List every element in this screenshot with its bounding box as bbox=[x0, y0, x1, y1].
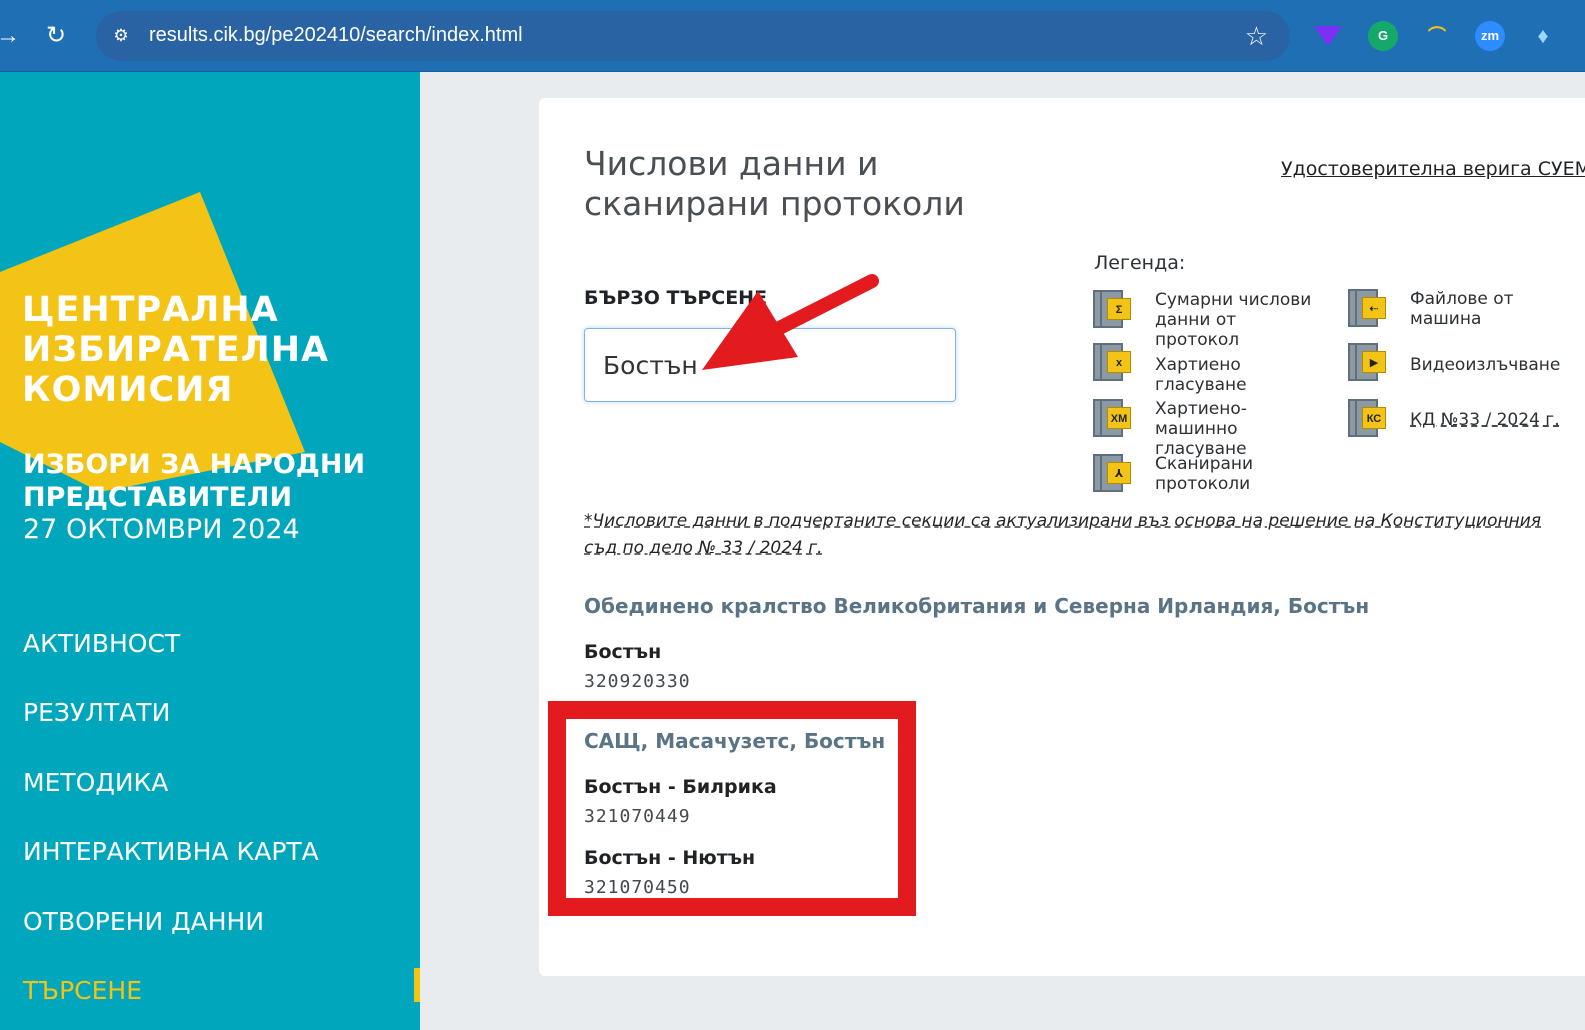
nav-open-data[interactable]: ОТВОРЕНИ ДАННИ bbox=[23, 907, 264, 936]
nav-interactive-map[interactable]: ИНТЕРАКТИВНА КАРТА bbox=[23, 837, 319, 866]
nav-methodology[interactable]: МЕТОДИКА bbox=[23, 768, 168, 797]
legend-item: ⇠ Файлове от машина bbox=[1348, 289, 1568, 329]
active-nav-marker bbox=[414, 968, 420, 1002]
highlight-box bbox=[548, 701, 916, 916]
constitutional-court-icon: КС bbox=[1348, 399, 1386, 437]
legend-label: Сканирани протоколи bbox=[1155, 454, 1254, 494]
legend-label: Файлове от машина bbox=[1410, 289, 1514, 329]
legend-label: Хартиено-машинно гласуване bbox=[1155, 399, 1247, 459]
legend-title: Легенда: bbox=[1094, 252, 1186, 274]
result-section-code: 320920330 bbox=[584, 671, 691, 692]
certification-chain-link[interactable]: Удостоверителна верига СУЕМГ bbox=[1281, 158, 1585, 180]
summary-data-icon: Σ bbox=[1093, 290, 1131, 328]
logo-line: ЦЕНТРАЛНА bbox=[22, 290, 279, 330]
legend-item: Σ Сумарни числови данни от протокол bbox=[1093, 290, 1323, 350]
constitutional-court-note: *Числовите данни в подчертаните секции с… bbox=[584, 511, 1542, 558]
election-title-line: ИЗБОРИ ЗА НАРОДНИ bbox=[23, 449, 366, 480]
reload-icon[interactable]: ↻ bbox=[38, 18, 74, 54]
result-group-heading: Обединено кралство Великобритания и Севе… bbox=[584, 594, 1370, 618]
election-title: ИЗБОРИ ЗА НАРОДНИ ПРЕДСТАВИТЕЛИ bbox=[23, 448, 365, 514]
machine-files-icon: ⇠ bbox=[1348, 289, 1386, 327]
result-section-name[interactable]: Бостън bbox=[584, 641, 661, 663]
site-info-icon[interactable]: ⚙ bbox=[108, 23, 134, 49]
legend-item: ▶ Видеоизлъчване bbox=[1348, 343, 1568, 381]
sidebar bbox=[0, 72, 420, 1030]
paper-voting-icon: x bbox=[1093, 343, 1131, 381]
scanned-protocols-icon: ⅄ bbox=[1093, 454, 1131, 492]
election-title-line: ПРЕДСТАВИТЕЛИ bbox=[23, 482, 293, 513]
legend-label: Видеоизлъчване bbox=[1410, 355, 1561, 375]
legend-item: ⅄ Сканирани протоколи bbox=[1093, 454, 1323, 494]
vpn-extension-icon[interactable] bbox=[1314, 26, 1342, 46]
red-arrow-annotation bbox=[702, 274, 879, 370]
logo-line: ИЗБИРАТЕЛНА bbox=[22, 330, 330, 370]
pin-extension-icon[interactable]: ♦ bbox=[1528, 21, 1558, 51]
page-title: Числови данни и сканирани протоколи bbox=[584, 144, 965, 223]
legend-label[interactable]: КД №33 / 2024 г. bbox=[1410, 410, 1560, 430]
nav-activity[interactable]: АКТИВНОСТ bbox=[23, 629, 180, 658]
logo-line: КОМИСИЯ bbox=[22, 370, 234, 410]
legend-label: Хартиено гласуване bbox=[1155, 355, 1247, 395]
bookmark-star-icon[interactable]: ☆ bbox=[1245, 21, 1268, 51]
legend-item: ХМ Хартиено-машинно гласуване bbox=[1093, 399, 1323, 459]
zoom-extension-icon[interactable]: zm bbox=[1475, 21, 1505, 51]
legend-item: x Хартиено гласуване bbox=[1093, 343, 1323, 395]
misc-extension-icon[interactable]: ⌒ bbox=[1422, 21, 1452, 51]
paper-machine-voting-icon: ХМ bbox=[1093, 399, 1131, 437]
election-date: 27 ОКТОМВРИ 2024 bbox=[23, 514, 300, 545]
forward-icon[interactable]: → bbox=[0, 18, 26, 54]
nav-search[interactable]: ТЪРСЕНЕ bbox=[23, 976, 142, 1005]
cik-logo-text[interactable]: ЦЕНТРАЛНА ИЗБИРАТЕЛНА КОМИСИЯ bbox=[22, 290, 329, 410]
browser-toolbar: → ↻ ⚙ results.cik.bg/pe202410/search/ind… bbox=[0, 0, 1585, 72]
nav-results[interactable]: РЕЗУЛТАТИ bbox=[23, 698, 170, 727]
url-text[interactable]: results.cik.bg/pe202410/search/index.htm… bbox=[149, 24, 523, 47]
grammarly-icon[interactable]: G bbox=[1368, 21, 1398, 51]
legend-item[interactable]: КС КД №33 / 2024 г. bbox=[1348, 399, 1568, 437]
video-stream-icon: ▶ bbox=[1348, 343, 1386, 381]
address-bar[interactable]: ⚙ results.cik.bg/pe202410/search/index.h… bbox=[96, 11, 1290, 61]
legend-label: Сумарни числови данни от протокол bbox=[1155, 290, 1312, 350]
